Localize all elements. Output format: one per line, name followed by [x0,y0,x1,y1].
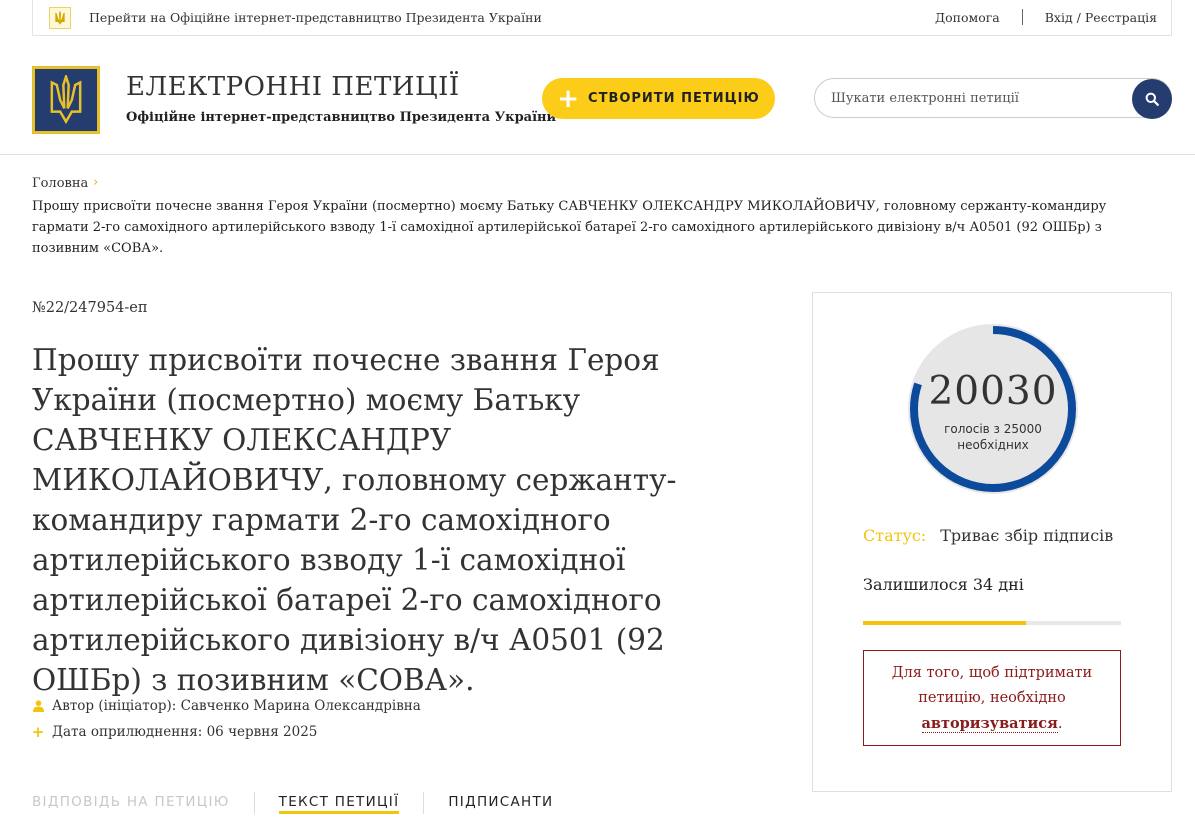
auth-link[interactable]: авторизуватися [921,715,1058,733]
publish-date: 06 червня 2025 [206,724,318,740]
login-separator: / [1076,9,1081,25]
header-divider [0,154,1195,155]
breadcrumb-home[interactable]: Головна [32,176,88,191]
tab-signers[interactable]: ПІДПИСАНТИ [448,794,553,810]
author-label: Автор (ініціатор): [52,698,177,714]
votes-caption-line1: голосів з 25000 [944,422,1042,436]
days-remaining: Залишилося 34 дні [863,575,1024,594]
search-box [814,78,1172,119]
auth-notice: Для того, щоб підтримати петицію, необхі… [863,650,1121,746]
plus-icon: + [557,83,581,114]
date-row: + Дата оприлюднення: 06 червня 2025 [31,723,318,741]
tab-divider [423,792,425,814]
search-icon [1145,92,1159,106]
status-value: Триває збір підписів [940,526,1114,545]
auth-end: . [1057,716,1063,732]
status-label: Статус: [863,526,927,545]
site-title[interactable]: ЕЛЕКТРОННІ ПЕТИЦІЇ [126,72,460,102]
top-bar: Перейти на Офіційне інтернет-представниц… [32,0,1172,36]
breadcrumb-current: Прошу присвоїти почесне звання Героя Укр… [32,199,1107,256]
search-input[interactable] [831,90,1121,106]
user-icon [32,700,44,712]
president-site-link[interactable]: Перейти на Офіційне інтернет-представниц… [89,10,542,25]
divider [1021,9,1023,25]
help-link[interactable]: Допомога [935,10,1000,25]
tab-answer[interactable]: ВІДПОВІДЬ НА ПЕТИЦІЮ [32,794,230,810]
author-name: Савченко Марина Олександрівна [180,698,421,714]
petition-number: №22/247954-еп [32,300,148,316]
register-link[interactable]: Реєстрація [1085,10,1157,25]
petition-title: Прошу присвоїти почесне звання Героя Укр… [32,343,677,697]
auth-text: Для того, щоб підтримати петицію, необхі… [891,665,1093,706]
days-progress-fill [863,621,1026,625]
site-logo[interactable] [32,66,100,134]
tab-text[interactable]: ТЕКСТ ПЕТИЦІЇ [278,794,400,814]
date-label: Дата оприлюднення: [52,724,203,740]
search-button[interactable] [1132,79,1172,119]
trident-icon [50,75,82,125]
create-petition-button[interactable]: + СТВОРИТИ ПЕТИЦІЮ [542,78,775,119]
days-progress-bar [863,621,1121,625]
chevron-right-icon: › [93,175,99,190]
tab-divider [253,792,255,814]
petition-tabs: ВІДПОВІДЬ НА ПЕТИЦІЮ ТЕКСТ ПЕТИЦІЇ ПІДПИ… [32,792,553,814]
status-row: Статус: Триває збір підписів [863,526,1113,545]
votes-panel: 20030 голосів з 25000 необхідних Статус:… [812,292,1172,792]
plus-icon: + [31,723,45,741]
author-row: Автор (ініціатор): Савченко Марина Олекс… [32,698,421,714]
trident-mini-icon[interactable] [49,6,71,29]
votes-caption-line2: необхідних [957,438,1029,452]
login-link[interactable]: Вхід [1045,10,1073,25]
site-subtitle: Офіційне інтернет-представництво Президе… [126,110,557,125]
votes-progress-ring: 20030 голосів з 25000 необхідних [907,323,1079,495]
top-right-links: Допомога Вхід / Реєстрація [935,0,1157,34]
create-petition-label: СТВОРИТИ ПЕТИЦІЮ [588,91,760,106]
votes-count: 20030 [928,369,1058,414]
votes-caption: голосів з 25000 необхідних [907,421,1079,453]
